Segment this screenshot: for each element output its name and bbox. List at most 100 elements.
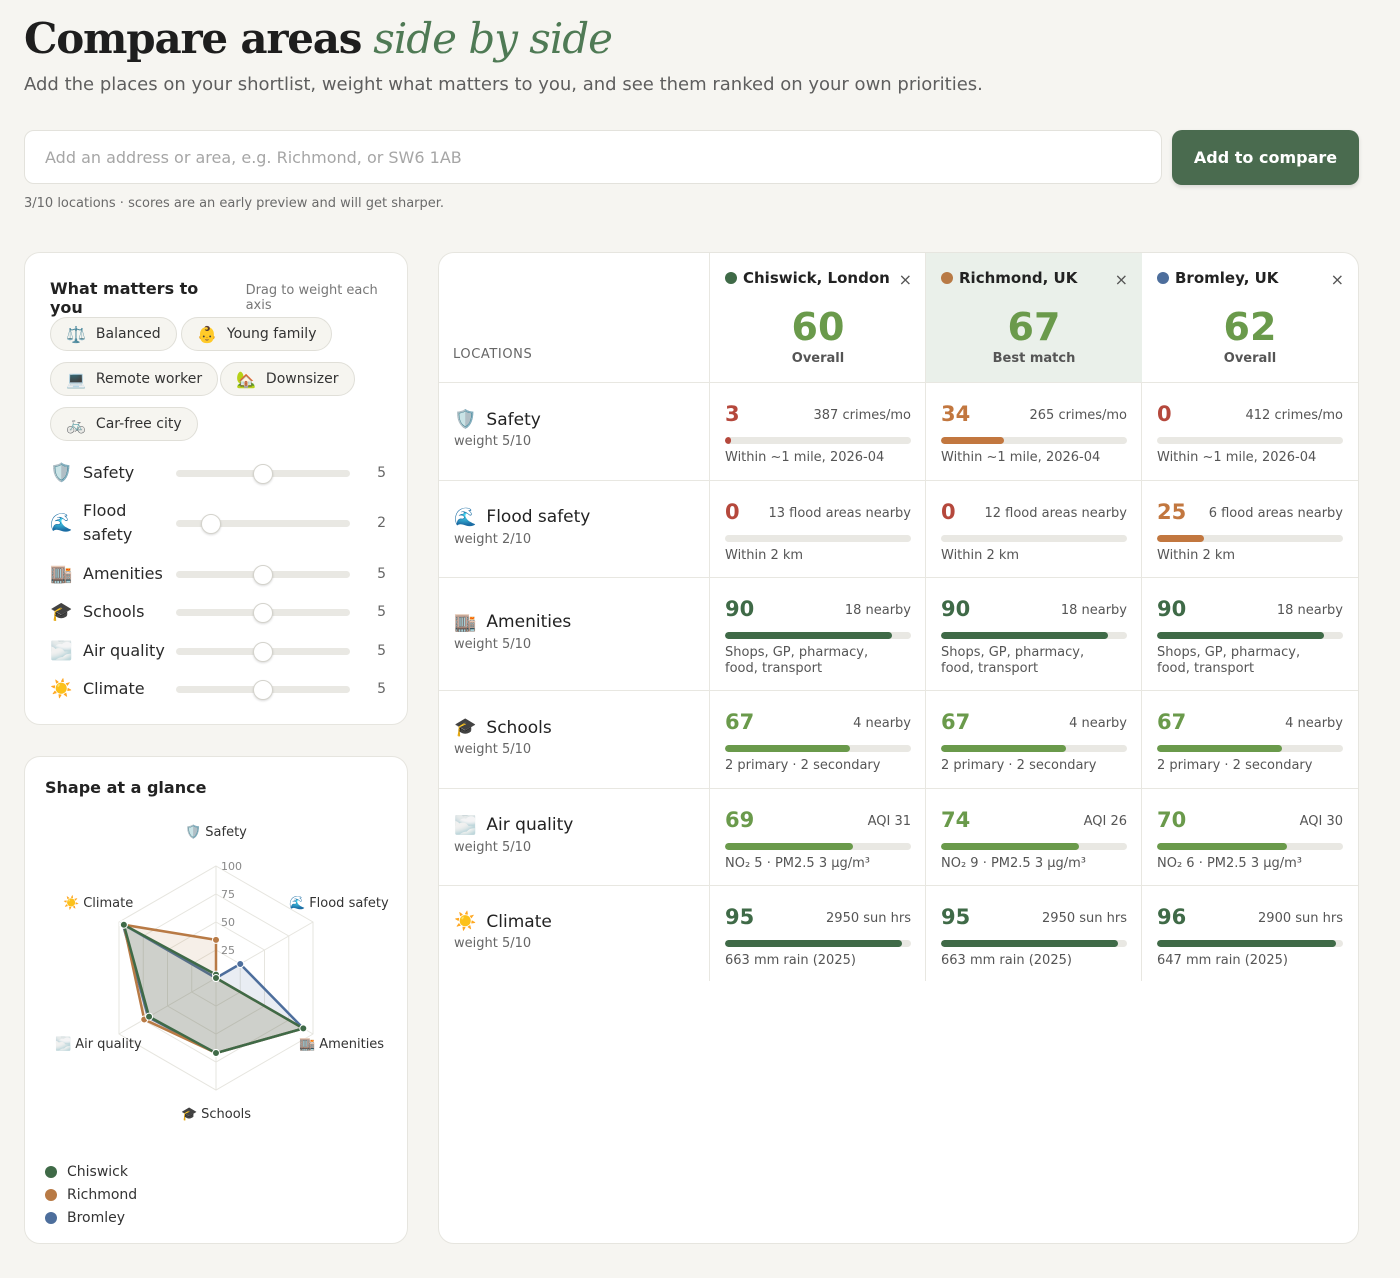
preset-chip-downsizer[interactable]: 🏡 Downsizer bbox=[220, 362, 355, 396]
metric-weight: weight 5/10 bbox=[454, 742, 532, 757]
score-bar-fill bbox=[725, 940, 902, 947]
score-cell-air-quality: 74 AQI 26 NO₂ 9 · PM2.5 3 µg/m³ bbox=[941, 808, 1127, 875]
address-search-input[interactable] bbox=[24, 130, 1162, 184]
metric-score: 25 bbox=[1157, 500, 1187, 524]
radar-axis-icon: 🛡️ bbox=[185, 824, 201, 840]
score-cell-flood-safety: 0 13 flood areas nearby Within 2 km bbox=[725, 500, 911, 567]
slider-thumb[interactable] bbox=[200, 513, 221, 534]
metric-row-label-climate: ☀️ Climate weight 5/10 bbox=[454, 911, 552, 951]
score-cell-climate: 95 2950 sun hrs 663 mm rain (2025) bbox=[941, 905, 1127, 971]
graduation-cap-icon: 🎓 bbox=[50, 601, 73, 623]
radar-axis-text: Flood safety bbox=[309, 896, 389, 911]
score-bar bbox=[941, 632, 1127, 639]
score-bar bbox=[725, 843, 911, 850]
legend-dot bbox=[45, 1165, 57, 1178]
metric-detail: Within ~1 mile, 2026-04 bbox=[1157, 450, 1317, 465]
weight-value: 2 bbox=[377, 515, 386, 531]
preset-chip-car-free-city[interactable]: 🚲 Car-free city bbox=[50, 407, 198, 441]
score-bar-fill bbox=[1157, 632, 1325, 639]
metric-raw-value: 12 flood areas nearby bbox=[984, 506, 1127, 521]
location-column-richmond: Richmond, UK × 67 Best match bbox=[926, 253, 1142, 382]
add-to-compare-button[interactable]: Add to compare bbox=[1172, 130, 1359, 185]
score-cell-amenities: 90 18 nearby Shops, GP, pharmacy, food, tr… bbox=[941, 597, 1127, 680]
radar-axis-label: 🛡️ Safety bbox=[185, 824, 247, 840]
row-divider bbox=[439, 690, 1358, 691]
flood-safety-weight-slider[interactable] bbox=[176, 513, 350, 534]
score-bar-fill bbox=[1157, 535, 1204, 542]
score-bar-fill bbox=[941, 745, 1066, 752]
score-bar bbox=[1157, 940, 1343, 947]
radar-tick-label: 100 bbox=[221, 860, 242, 873]
weight-label: Safety bbox=[83, 463, 135, 482]
metric-detail: 647 mm rain (2025) bbox=[1157, 953, 1288, 968]
climate-weight-slider[interactable] bbox=[176, 679, 350, 700]
radar-tick-label: 50 bbox=[221, 916, 235, 929]
remove-location-close-icon[interactable]: × bbox=[1331, 270, 1344, 289]
score-cell-safety: 0 412 crimes/mo Within ~1 mile, 2026-04 bbox=[1157, 402, 1343, 470]
metric-score: 96 bbox=[1157, 905, 1187, 929]
slider-thumb[interactable] bbox=[253, 463, 273, 484]
row-divider bbox=[439, 577, 1358, 578]
metric-row-label-amenities: 🏬 Amenities weight 5/10 bbox=[454, 612, 571, 652]
weight-row-safety: 🛡️ Safety 5 bbox=[50, 458, 386, 488]
preset-chip-remote-worker[interactable]: 💻 Remote worker bbox=[50, 362, 219, 396]
score-bar bbox=[725, 745, 911, 752]
score-bar-fill bbox=[725, 745, 850, 752]
sun-icon: ☀️ bbox=[454, 911, 477, 932]
radar-point bbox=[212, 1049, 220, 1058]
preset-chip-balanced[interactable]: ⚖️ Balanced bbox=[50, 317, 177, 351]
shield-icon: 🛡️ bbox=[50, 462, 73, 484]
score-cell-flood-safety: 0 12 flood areas nearby Within 2 km bbox=[941, 500, 1127, 567]
score-bar bbox=[1157, 745, 1343, 752]
radar-axis-text: Climate bbox=[83, 896, 133, 911]
score-bar bbox=[941, 843, 1127, 850]
score-cell-climate: 95 2950 sun hrs 663 mm rain (2025) bbox=[725, 905, 911, 971]
metric-raw-value: 13 flood areas nearby bbox=[768, 506, 911, 521]
slider-thumb[interactable] bbox=[253, 602, 273, 623]
radar-chart: 25 50 75 100 🛡️ Safety 🌊 Flood safety 🏬 Amenitie… bbox=[55, 824, 389, 1122]
metric-name: Amenities bbox=[486, 612, 572, 632]
score-bar-fill bbox=[725, 843, 854, 850]
overall-score: 67 bbox=[1007, 305, 1061, 349]
preset-chip-label: Downsizer bbox=[265, 371, 339, 387]
radar-axis-icon: 🌊 bbox=[289, 895, 305, 911]
shape-panel: Shape at a glance 25 50 75 100 🛡️ Safety 🌊 Flo… bbox=[24, 756, 408, 1244]
schools-weight-slider[interactable] bbox=[176, 602, 350, 623]
radar-point bbox=[212, 974, 220, 982]
amenities-weight-slider[interactable] bbox=[176, 564, 350, 585]
score-bar-fill bbox=[941, 437, 1005, 444]
metric-raw-value: 2950 sun hrs bbox=[1042, 911, 1127, 926]
overall-score-label: Best match bbox=[992, 351, 1076, 366]
radar-axis-label: 🌫️ Air quality bbox=[55, 1036, 142, 1052]
slider-thumb[interactable] bbox=[253, 641, 273, 662]
metric-row-label-air-quality: 🌫️ Air quality weight 5/10 bbox=[454, 815, 573, 855]
slider-thumb[interactable] bbox=[253, 679, 273, 700]
slider-thumb[interactable] bbox=[253, 564, 273, 585]
radar-point bbox=[119, 920, 128, 929]
score-cell-schools: 67 4 nearby 2 primary · 2 secondary bbox=[1157, 710, 1343, 778]
metric-weight: weight 2/10 bbox=[454, 531, 532, 547]
preset-chip-label: Balanced bbox=[95, 326, 161, 342]
safety-weight-slider[interactable] bbox=[176, 463, 350, 484]
score-cell-air-quality: 70 AQI 30 NO₂ 6 · PM2.5 3 µg/m³ bbox=[1157, 808, 1343, 875]
preset-chip-young-family[interactable]: 👶 Young family bbox=[181, 317, 333, 351]
weights-header: What matters to you Drag to weight each … bbox=[50, 279, 407, 317]
weight-row-schools: 🎓 Schools 5 bbox=[50, 597, 386, 627]
score-bar-fill bbox=[1157, 843, 1288, 850]
legend-item-chiswick: Chiswick bbox=[45, 1160, 137, 1183]
score-cell-amenities: 90 18 nearby Shops, GP, pharmacy, food, tr… bbox=[1157, 597, 1343, 680]
metric-raw-value: AQI 26 bbox=[1083, 814, 1127, 829]
score-bar-fill bbox=[941, 940, 1118, 947]
remove-location-close-icon[interactable]: × bbox=[1115, 270, 1128, 289]
remove-location-close-icon[interactable]: × bbox=[899, 270, 912, 289]
metric-detail: Within ~1 mile, 2026-04 bbox=[941, 450, 1101, 465]
metric-score: 3 bbox=[725, 402, 740, 426]
metric-detail: Shops, GP, pharmacy, food, transport bbox=[941, 645, 1085, 676]
radar-point bbox=[145, 1012, 154, 1021]
metric-detail: 663 mm rain (2025) bbox=[725, 953, 856, 968]
metric-name: Safety bbox=[486, 409, 541, 430]
weight-value: 5 bbox=[377, 566, 386, 582]
metric-weight: weight 5/10 bbox=[454, 636, 532, 652]
metric-row-title: 🌊 Flood safety bbox=[454, 507, 590, 528]
air-quality-weight-slider[interactable] bbox=[176, 641, 350, 662]
